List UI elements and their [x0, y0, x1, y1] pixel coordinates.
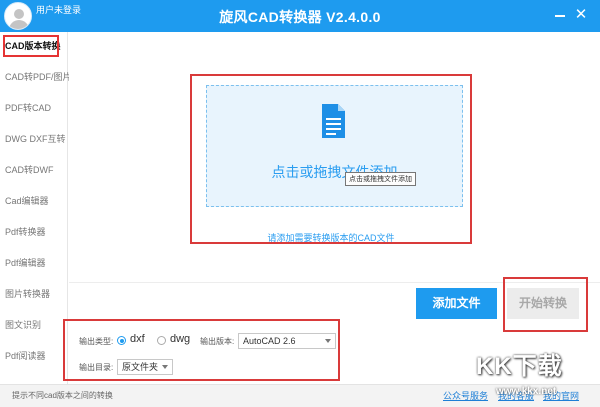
output-version-value: AutoCAD 2.6 [243, 336, 296, 346]
output-type-label: 输出类型: [79, 337, 114, 346]
output-dir-label: 输出目录: [79, 363, 114, 372]
sidebar-item-pdf-reader[interactable]: Pdf阅读器 [0, 345, 68, 367]
official-site-link[interactable]: 我的官网 [543, 389, 579, 402]
status-hint-text: 提示不同cad版本之间的转换 [12, 391, 113, 400]
radio-dwg[interactable] [157, 336, 166, 345]
app-title: 旋风CAD转换器 V2.4.0.0 [219, 9, 381, 25]
wechat-service-link[interactable]: 公众号服务 [443, 389, 488, 402]
sidebar-item-image-converter[interactable]: 图片转换器 [0, 283, 68, 305]
start-convert-button[interactable]: 开始转换 [507, 288, 579, 319]
output-version-label: 输出版本: [200, 337, 235, 346]
sidebar-item-pdf-to-cad[interactable]: PDF转CAD [0, 97, 68, 119]
radio-dxf-label[interactable]: dxf [130, 333, 145, 345]
add-file-button[interactable]: 添加文件 [416, 288, 497, 319]
sidebar-item-cad-to-pdf-image[interactable]: CAD转PDF/图片 [0, 66, 72, 88]
status-bar: 提示不同cad版本之间的转换 公众号服务 我的客服 我的官网 [0, 384, 600, 407]
customer-service-link[interactable]: 我的客服 [498, 389, 534, 402]
drop-zone-tooltip: 点击或拖拽文件添加 [345, 172, 416, 186]
drop-zone-label[interactable]: 点击或拖拽文件添加 [206, 162, 463, 182]
document-file-icon [322, 104, 345, 138]
title-bar: 用户未登录 旋风CAD转换器 V2.4.0.0 ✕ [0, 0, 600, 32]
output-dir-value: 原文件夹 [122, 362, 159, 372]
content-divider [69, 282, 600, 283]
sidebar-item-cad-version-convert[interactable]: CAD版本转换 [0, 35, 68, 57]
radio-dwg-label[interactable]: dwg [170, 333, 190, 345]
close-icon[interactable]: ✕ [573, 7, 589, 22]
output-version-select[interactable]: AutoCAD 2.6 [238, 333, 336, 349]
chevron-down-icon [162, 365, 168, 369]
output-dir-select[interactable]: 原文件夹 [117, 359, 173, 375]
sidebar-item-ocr[interactable]: 图文识别 [0, 314, 68, 336]
radio-dxf[interactable] [117, 336, 126, 345]
sidebar-item-pdf-converter[interactable]: Pdf转换器 [0, 221, 68, 243]
sidebar-item-dwg-dxf-convert[interactable]: DWG DXF互转 [0, 128, 68, 150]
minimize-icon[interactable] [552, 8, 568, 22]
sidebar: CAD版本转换 CAD转PDF/图片 PDF转CAD DWG DXF互转 CAD… [0, 32, 72, 384]
chevron-down-icon [325, 339, 331, 343]
add-file-hint[interactable]: 请添加需要转换版本的CAD文件 [190, 231, 472, 244]
sidebar-item-cad-editor[interactable]: Cad编辑器 [0, 190, 68, 212]
sidebar-item-pdf-editor[interactable]: Pdf编辑器 [0, 252, 68, 274]
sidebar-item-cad-to-dwf[interactable]: CAD转DWF [0, 159, 68, 181]
